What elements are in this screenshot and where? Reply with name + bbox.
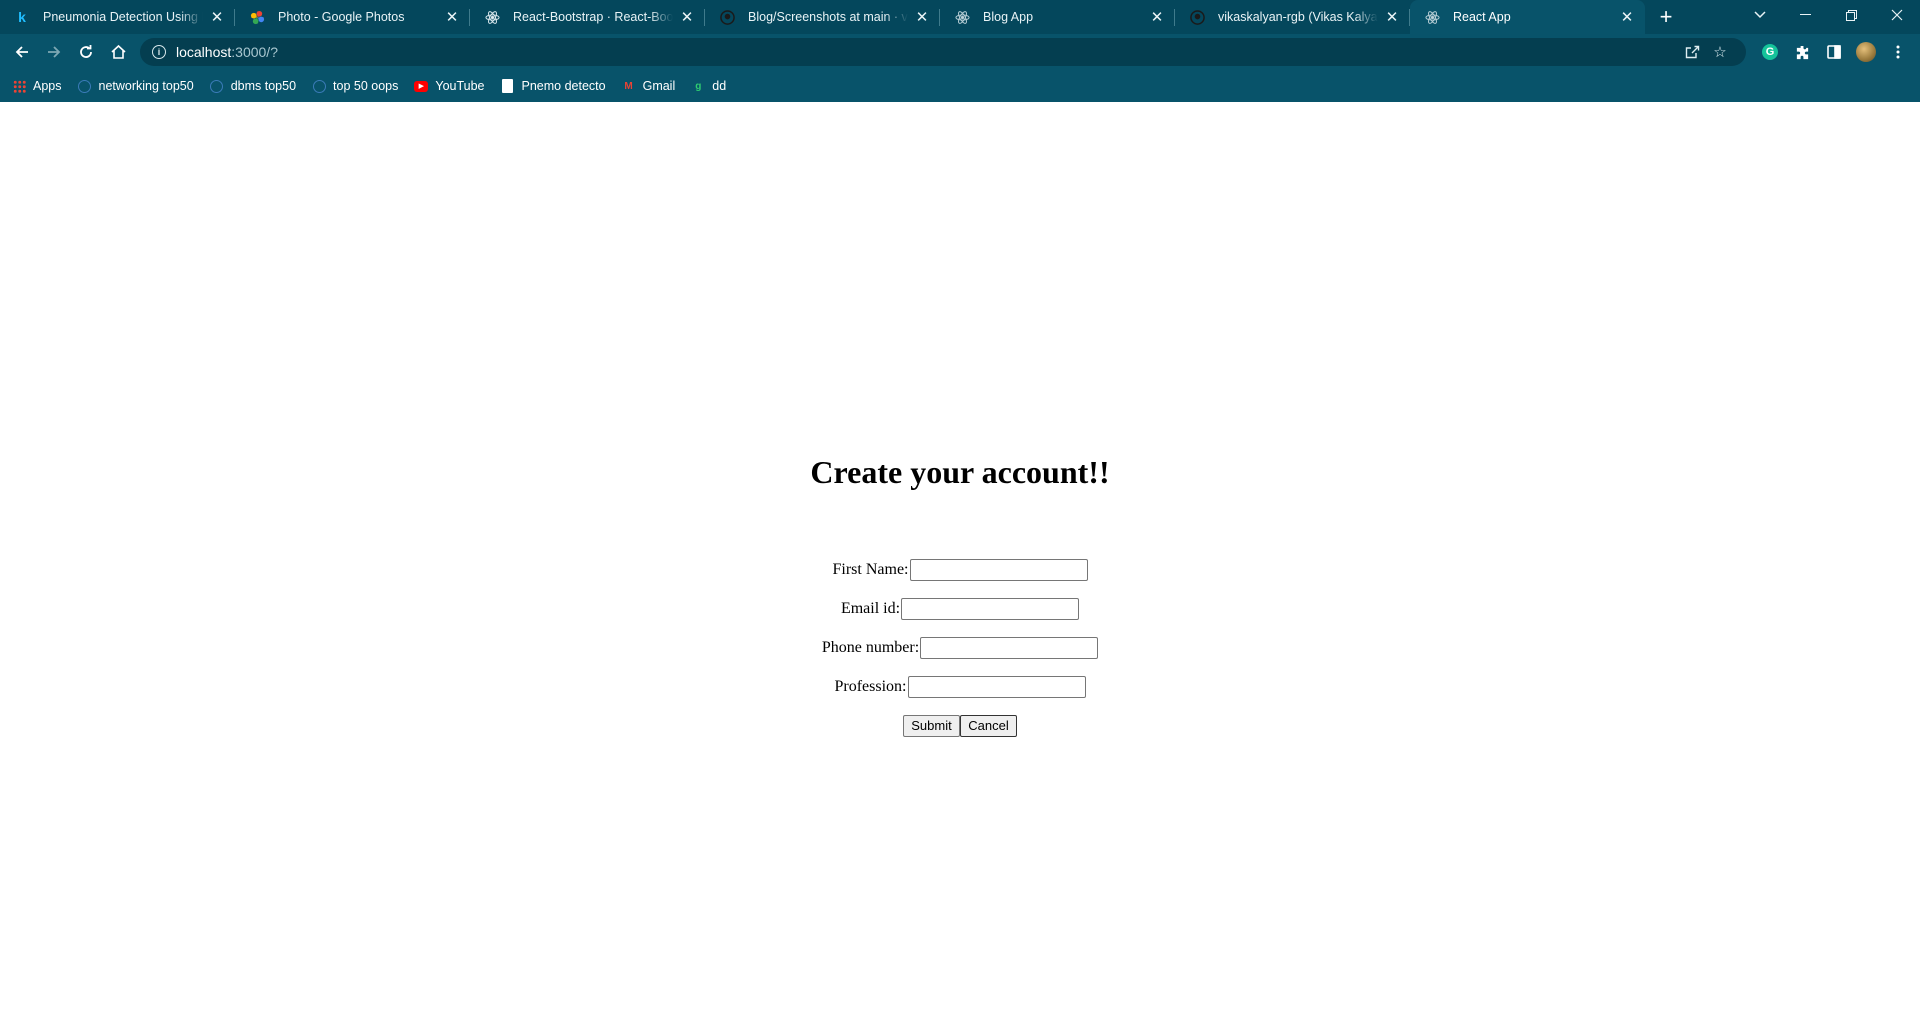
close-icon[interactable]: ✕ [209, 9, 225, 26]
phone-row: Phone number: [0, 628, 1920, 667]
tab-title: Pneumonia Detection Using Fast [43, 10, 203, 24]
tab-search-icon[interactable] [1740, 0, 1780, 30]
bookmark-dbms-top50[interactable]: dbms top50 [210, 79, 296, 93]
react-icon [484, 9, 500, 25]
profession-input[interactable] [907, 675, 1086, 698]
bookmarks-bar: Apps networking top50 dbms top50 top 50 … [0, 70, 1920, 102]
email-input[interactable] [901, 597, 1080, 620]
page-title: Create your account!! [810, 454, 1110, 490]
tab-github-blog[interactable]: Blog/Screenshots at main · vikas ✕ [705, 0, 940, 34]
google-photos-icon [249, 9, 265, 25]
tab-title: Blog/Screenshots at main · vikas [748, 10, 908, 24]
side-panel-icon[interactable] [1818, 36, 1850, 68]
close-icon[interactable]: ✕ [1619, 9, 1635, 26]
tab-react-bootstrap[interactable]: React-Bootstrap · React-Bootstrap ✕ [470, 0, 705, 34]
github-icon [719, 9, 735, 25]
phone-input[interactable] [920, 636, 1099, 659]
tab-pneumonia[interactable]: k Pneumonia Detection Using Fast ✕ [0, 0, 235, 34]
browser-toolbar: i localhost:3000/? ☆ G [0, 34, 1920, 70]
bookmark-networking-top50[interactable]: networking top50 [78, 79, 194, 93]
profession-label: Profession: [834, 677, 907, 695]
tab-title: React App [1453, 10, 1511, 24]
tab-title: vikaskalyan-rgb (Vikas Kalyan) [1218, 10, 1378, 24]
form-buttons: Submit Cancel [0, 706, 1920, 745]
restore-icon[interactable] [1828, 0, 1874, 30]
profession-row: Profession: [0, 667, 1920, 706]
bookmark-label: Gmail [642, 79, 676, 93]
bookmark-pnemo-detecto[interactable]: Pnemo detecto [501, 79, 606, 93]
home-icon[interactable] [102, 36, 134, 68]
bookmark-label: dd [712, 79, 727, 93]
site-info-icon[interactable]: i [152, 45, 166, 59]
gmail-icon: M [624, 80, 633, 92]
kaggle-k-icon: k [18, 9, 26, 25]
bookmark-label: top 50 oops [333, 79, 399, 93]
github-icon [1189, 9, 1205, 25]
close-icon[interactable]: ✕ [1149, 9, 1165, 26]
bookmark-label: dbms top50 [230, 79, 297, 93]
dd-icon: g [695, 80, 702, 92]
share-icon[interactable] [1678, 45, 1706, 59]
window-controls [1740, 0, 1920, 30]
globe-icon [210, 79, 224, 93]
bookmark-youtube[interactable]: ▶ YouTube [414, 79, 485, 93]
tab-strip: k Pneumonia Detection Using Fast ✕ Photo… [0, 0, 1920, 34]
bookmark-top-50-oops[interactable]: top 50 oops [312, 79, 398, 93]
bookmark-star-icon[interactable]: ☆ [1706, 43, 1734, 61]
signup-form: First Name: Email id: Phone number: Prof… [0, 550, 1920, 745]
tab-title: React-Bootstrap · React-Bootstrap [513, 10, 673, 24]
close-icon[interactable]: ✕ [914, 9, 930, 26]
tab-title: Photo - Google Photos [278, 10, 405, 24]
tab-google-photos[interactable]: Photo - Google Photos ✕ [235, 0, 470, 34]
tab-title: Blog App [983, 10, 1034, 24]
reload-icon[interactable] [70, 36, 102, 68]
email-label: Email id: [840, 599, 901, 617]
tab-github-profile[interactable]: vikaskalyan-rgb (Vikas Kalyan) ✕ [1175, 0, 1410, 34]
url-path: :3000/? [231, 44, 278, 60]
new-tab-button[interactable]: + [1651, 0, 1681, 34]
url-host: localhost [176, 44, 232, 60]
first-name-label: First Name: [832, 560, 909, 578]
grammarly-icon[interactable]: G [1754, 36, 1786, 68]
react-icon [954, 9, 970, 25]
globe-icon [78, 79, 92, 93]
bookmark-label: Pnemo detecto [521, 79, 606, 93]
bookmark-label: YouTube [435, 79, 485, 93]
page-content: Create your account!! First Name: Email … [0, 102, 1920, 1032]
extensions-puzzle-icon[interactable] [1786, 36, 1818, 68]
youtube-icon: ▶ [414, 79, 429, 93]
first-name-input[interactable] [909, 558, 1088, 581]
forward-arrow-icon[interactable] [38, 36, 70, 68]
browser-chrome: k Pneumonia Detection Using Fast ✕ Photo… [0, 0, 1920, 102]
phone-label: Phone number: [821, 638, 920, 656]
document-icon [501, 79, 515, 93]
bookmark-apps[interactable]: Apps [12, 79, 62, 93]
tab-blog-app[interactable]: Blog App ✕ [940, 0, 1175, 34]
bookmark-gmail[interactable]: M Gmail [622, 79, 676, 93]
close-icon[interactable]: ✕ [1384, 9, 1400, 26]
first-name-row: First Name: [0, 550, 1920, 589]
bookmark-label: networking top50 [98, 79, 194, 93]
react-icon [1424, 9, 1440, 25]
tab-react-app[interactable]: React App ✕ [1410, 0, 1645, 34]
kebab-menu-icon[interactable] [1882, 36, 1914, 68]
cancel-button[interactable]: Cancel [960, 714, 1017, 737]
submit-button[interactable]: Submit [903, 714, 960, 737]
email-row: Email id: [0, 589, 1920, 628]
apps-grid-icon [12, 79, 26, 93]
close-window-icon[interactable] [1874, 0, 1920, 30]
bookmark-label: Apps [33, 79, 62, 93]
minimize-icon[interactable] [1782, 0, 1828, 30]
close-icon[interactable]: ✕ [444, 9, 460, 26]
address-bar[interactable]: i localhost:3000/? ☆ [140, 38, 1746, 66]
close-icon[interactable]: ✕ [679, 9, 695, 26]
profile-avatar[interactable] [1850, 36, 1882, 68]
bookmark-dd[interactable]: g dd [691, 79, 726, 93]
back-arrow-icon[interactable] [6, 36, 38, 68]
globe-icon [312, 79, 326, 93]
